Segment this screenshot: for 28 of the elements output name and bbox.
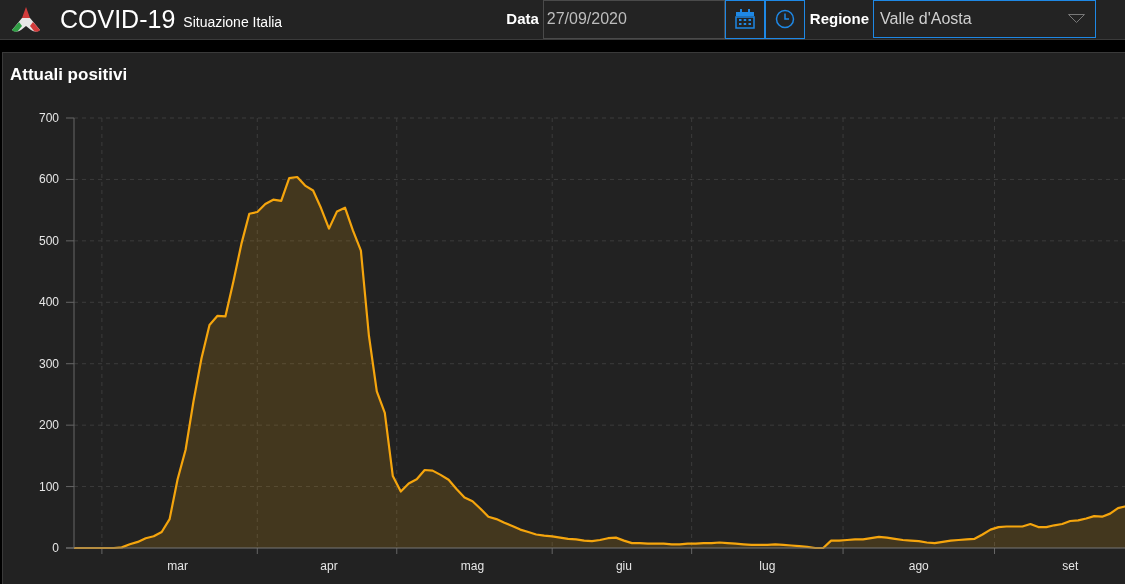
time-button[interactable] [764, 0, 805, 39]
x-tick-label: lug [759, 559, 776, 573]
y-tick-label: 400 [38, 295, 59, 310]
y-tick-label: 100 [38, 479, 59, 494]
y-tick-label: 700 [38, 111, 59, 125]
app-subtitle: Situazione Italia [183, 13, 283, 32]
y-tick-label: 200 [38, 418, 59, 433]
x-tick-label: set [1062, 559, 1079, 573]
y-tick-label: 300 [38, 356, 59, 371]
region-dropdown[interactable]: Valle d'Aosta [873, 0, 1096, 38]
x-tick-label: mar [167, 559, 188, 573]
y-tick-label: 600 [38, 172, 59, 187]
date-field[interactable]: 27/09/2020 [542, 0, 725, 39]
clock-icon [774, 9, 795, 29]
panel-title: Attuali positivi [10, 64, 129, 86]
y-tick-label: 0 [52, 541, 59, 555]
app-title: COVID-19 [60, 7, 176, 32]
logo-icon [10, 5, 42, 34]
x-tick-label: ago [908, 559, 929, 573]
x-tick-label: apr [320, 559, 338, 573]
calendar-icon [734, 9, 755, 29]
calendar-button[interactable] [724, 0, 765, 39]
y-tick-label: 500 [38, 233, 59, 248]
x-tick-label: giu [615, 559, 632, 573]
caret-icon [1068, 14, 1085, 23]
date-label: Data [506, 9, 539, 30]
region-label: Regione [809, 9, 869, 30]
x-tick-label: mag [460, 559, 485, 573]
